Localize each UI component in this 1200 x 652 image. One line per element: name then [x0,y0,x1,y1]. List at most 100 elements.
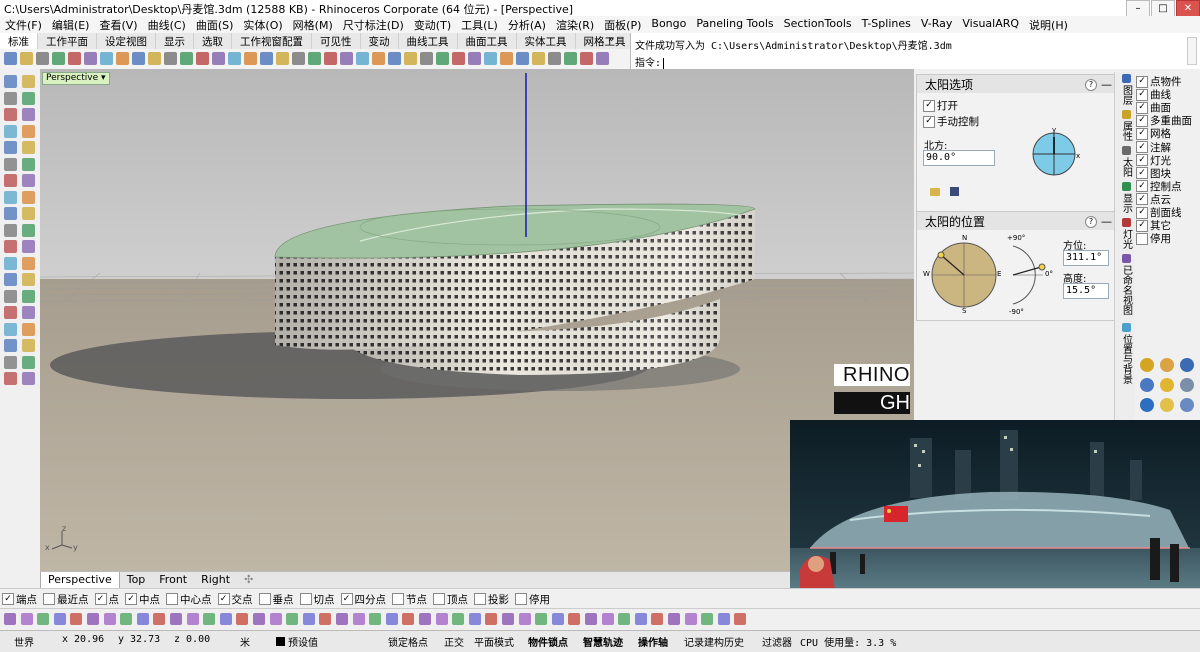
bottom-tool-icon[interactable] [717,613,730,625]
toolbar-tool-icon[interactable] [244,52,257,65]
left-tool-icon[interactable] [22,157,35,171]
help-icon[interactable]: ? [1085,79,1097,91]
bottom-tool-icon[interactable] [53,613,66,625]
toolbar-tool-icon[interactable] [452,52,465,65]
left-tool-icon[interactable] [22,273,35,286]
checkbox[interactable]: ✓ [1136,101,1148,114]
checkbox[interactable]: ✓ [1136,154,1148,167]
bottom-tool-icon[interactable] [153,613,166,625]
bottom-tool-icon[interactable] [535,613,548,625]
smarttrack-toggle[interactable]: 智慧轨迹 [583,634,623,649]
left-tool-icon[interactable] [4,108,17,121]
azimuth-input[interactable]: 311.1° [1063,250,1109,266]
bottom-tool-icon[interactable] [369,613,382,625]
help-icon[interactable]: ? [1085,216,1097,228]
toolbar-tool-icon[interactable] [404,52,417,65]
checkbox[interactable]: ✓ [94,593,107,605]
azimuth-dial[interactable] [929,240,999,310]
save-icon[interactable] [950,187,959,196]
left-tool-icon[interactable] [4,124,17,138]
toolbar-tool-icon[interactable] [260,52,273,65]
checkbox[interactable]: ✓ [1136,193,1148,206]
bottom-tool-icon[interactable] [485,613,498,625]
viewport-title-tab[interactable]: Perspective ▾ [42,72,110,85]
toolbar-tool-icon[interactable] [52,52,65,65]
toolbar-tool-icon[interactable] [228,52,241,65]
bottom-tool-icon[interactable] [601,613,614,625]
menu-item[interactable]: 分析(A) [503,16,551,33]
toolbar-tool-icon[interactable] [420,52,433,65]
left-tool-icon[interactable] [22,141,35,154]
bottom-tool-icon[interactable] [668,613,680,625]
checkbox[interactable]: ✓ [1136,206,1148,219]
left-tool-icon[interactable] [22,124,35,138]
menu-item[interactable]: T-Splines [857,16,916,33]
bottom-tool-icon[interactable] [684,613,697,625]
toolbar-tab[interactable]: 变动 [361,33,399,49]
bottom-tool-icon[interactable] [701,613,714,625]
north-input[interactable]: 90.0° [923,150,995,166]
toolbar-tool-icon[interactable] [500,52,513,65]
collapse-icon[interactable]: — [1101,78,1112,91]
bottom-tool-icon[interactable] [336,613,348,625]
bottom-tool-icon[interactable] [120,613,133,625]
checkbox[interactable] [474,593,486,605]
minimize-icon[interactable]: – [1126,0,1150,17]
left-tool-icon[interactable] [22,75,35,88]
osnap-toggle[interactable]: 垂点 [258,592,294,607]
bottom-tool-icon[interactable] [203,613,216,625]
layer-toggle[interactable]: 停用 [1136,231,1171,246]
left-tool-icon[interactable] [22,256,35,270]
layer-status[interactable]: 预设值 [276,634,318,649]
bottom-tool-icon[interactable] [651,613,664,625]
left-tool-icon[interactable] [4,207,17,220]
history-toggle[interactable]: 记录建构历史 [684,634,744,649]
open-folder-icon[interactable] [930,188,940,196]
toolbar-tool-icon[interactable] [132,52,145,65]
altitude-input[interactable]: 15.5° [1063,283,1109,299]
bottom-tool-icon[interactable] [551,613,564,625]
left-tool-icon[interactable] [4,91,17,105]
toolbar-tool-icon[interactable] [596,52,609,65]
bottom-tool-icon[interactable] [502,613,514,625]
toolbar-tool-icon[interactable] [468,52,481,65]
toolbar-tool-icon[interactable] [292,52,305,65]
more-tabs-icon[interactable]: » [608,34,614,45]
toolbar-tool-icon[interactable] [436,52,449,65]
render-tool-icon[interactable] [1180,378,1194,392]
render-tool-icon[interactable] [1180,398,1194,412]
cplane-status[interactable]: 世界 [14,634,34,649]
osnap-toggle[interactable]: 中心点 [166,592,212,607]
bottom-tool-icon[interactable] [103,613,116,625]
osnap-toggle[interactable]: ✓ 点 [94,592,119,607]
checkbox[interactable]: ✓ [1136,180,1148,193]
bottom-tool-icon[interactable] [269,613,282,625]
checkbox[interactable] [392,593,404,605]
bottom-tool-icon[interactable] [634,613,647,625]
left-tool-icon[interactable] [22,108,35,121]
checkbox[interactable]: ✓ [217,593,230,605]
menu-item[interactable]: 渲染(R) [551,16,599,33]
command-prompt[interactable]: 指令: [635,54,671,69]
left-tool-icon[interactable] [4,306,17,319]
bottom-tool-icon[interactable] [219,613,232,625]
menu-item[interactable]: 曲线(C) [143,16,191,33]
checkbox[interactable]: ✓ [1136,88,1148,101]
bottom-tool-icon[interactable] [253,613,265,625]
close-icon[interactable]: ✕ [1176,0,1200,17]
render-tool-icon[interactable] [1180,358,1194,372]
left-tool-icon[interactable] [4,339,17,352]
grid-snap-toggle[interactable]: 锁定格点 [388,634,428,649]
menu-item[interactable]: 说明(H) [1024,16,1073,33]
toolbar-tab[interactable]: 选取 [194,33,232,49]
viewport-tab-right[interactable]: Right [194,572,237,589]
bottom-tool-icon[interactable] [170,613,182,625]
toolbar-tool-icon[interactable] [484,52,497,65]
left-tool-icon[interactable] [22,322,35,336]
toolbar-tool-icon[interactable] [532,52,545,65]
toolbar-tool-icon[interactable] [564,52,577,65]
toolbar-tool-icon[interactable] [180,52,193,65]
bottom-tool-icon[interactable] [319,613,332,625]
osnap-toggle[interactable]: ✓ 中点 [125,592,160,607]
left-tool-icon[interactable] [22,372,35,385]
